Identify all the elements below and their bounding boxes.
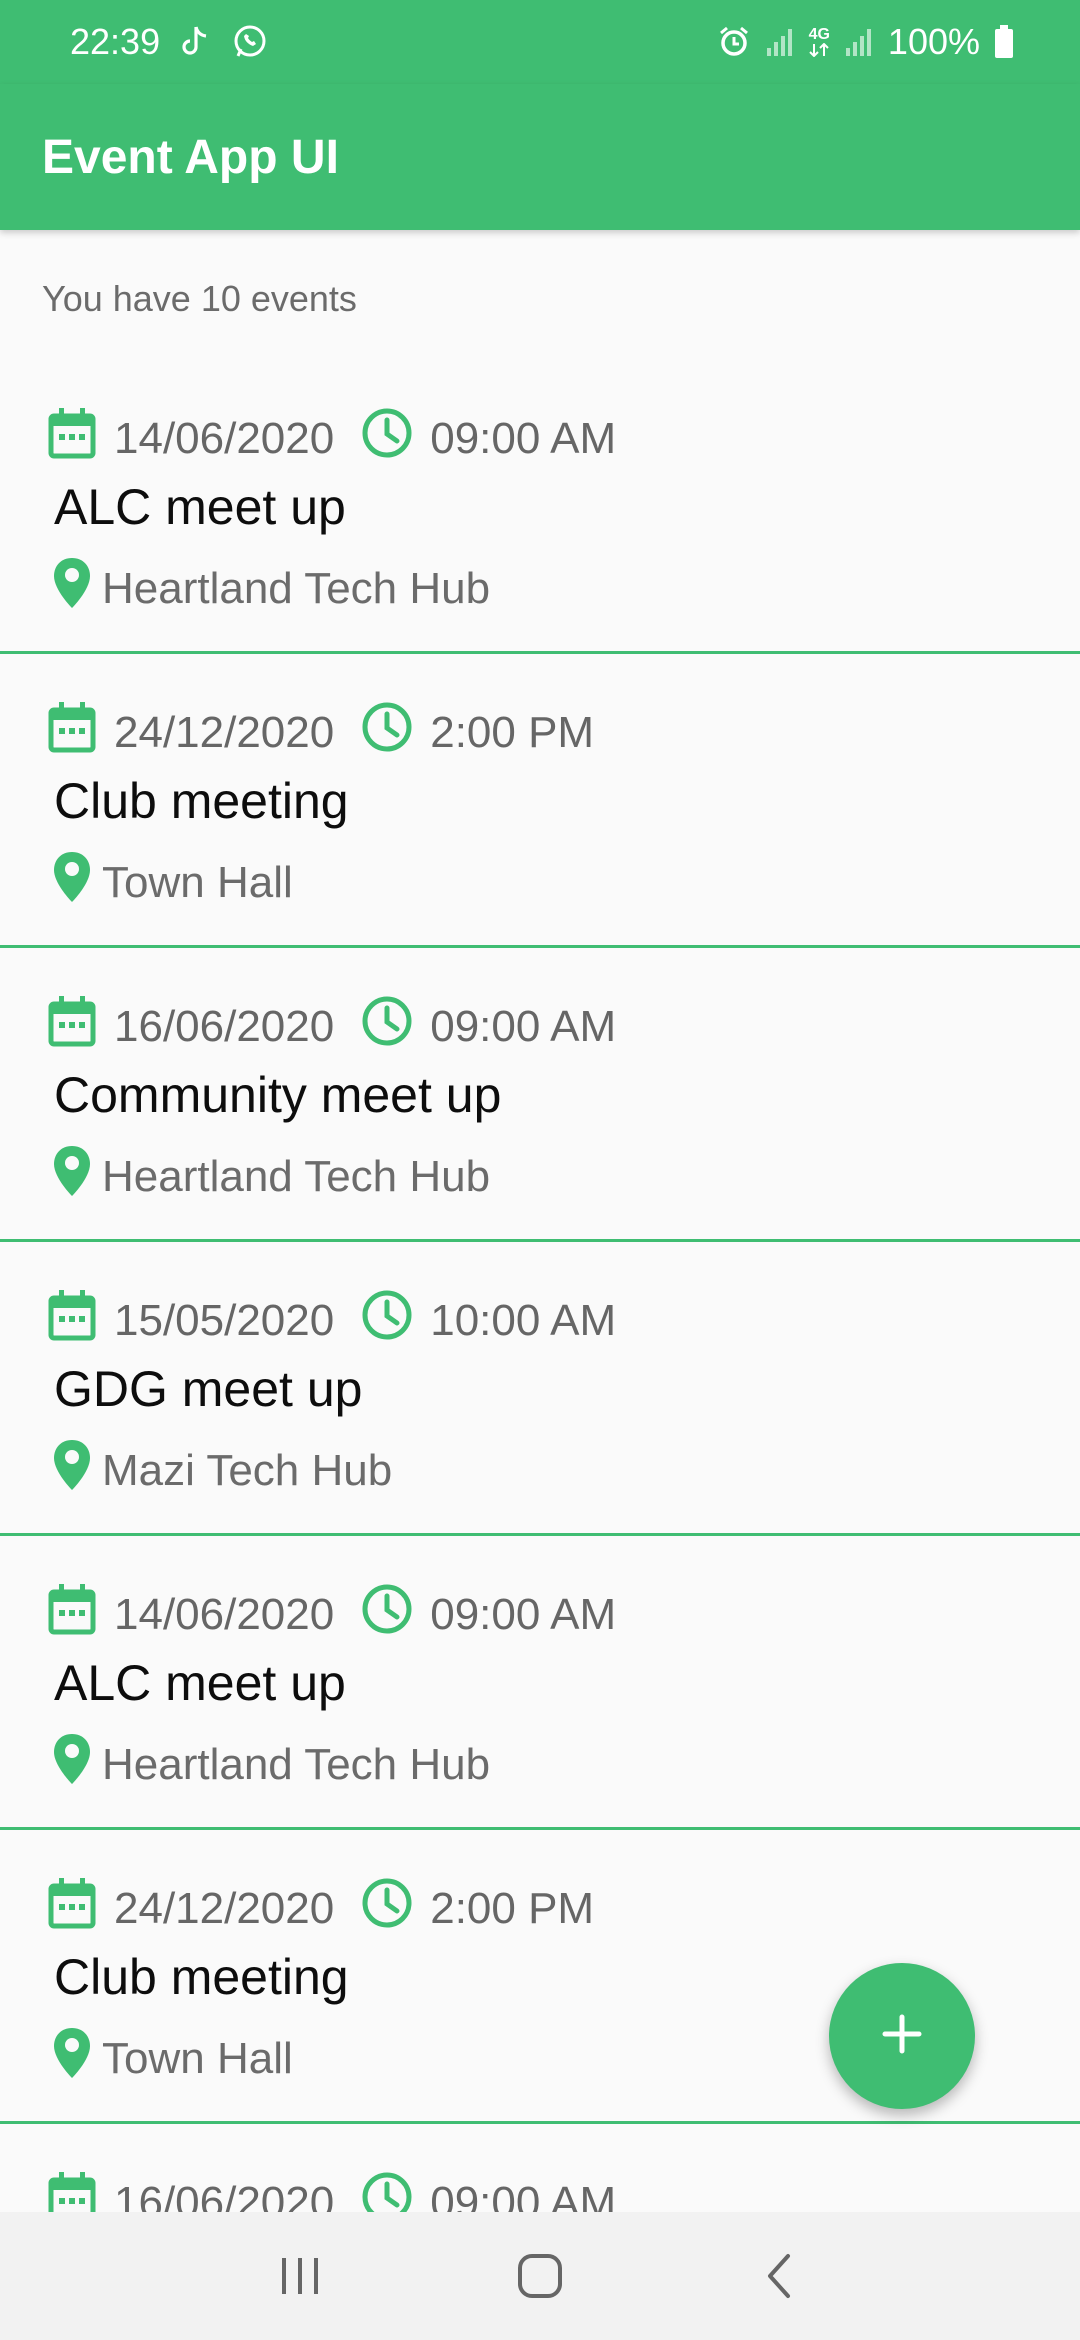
plus-icon [879,2011,925,2062]
event-meta: 14/06/2020 09:00 AM [48,406,616,471]
event-title: GDG meet up [54,1361,363,1417]
event-time: 09:00 AM [430,2177,617,2213]
clock-icon [360,1582,414,1647]
event-date: 24/12/2020 [114,1883,335,1933]
system-navigation-bar [0,2212,1080,2340]
event-location-row: Heartland Tech Hub [52,1732,490,1797]
event-date: 14/06/2020 [114,1589,335,1639]
alarm-icon [717,25,751,59]
network-type-label: 4G [808,26,830,43]
location-pin-icon [52,2026,92,2091]
calendar-icon [48,1289,96,1352]
calendar-icon [48,995,96,1058]
event-location-row: Town Hall [52,850,293,915]
calendar-icon [48,1583,96,1646]
tiktok-notification-icon [182,25,210,59]
add-event-button[interactable] [829,1963,975,2109]
recent-apps-icon [282,2258,318,2294]
clock-icon [360,700,414,765]
event-list[interactable]: 14/06/2020 09:00 AM ALC meet up Heartlan… [0,360,1080,2212]
events-count-text: You have 10 events [42,278,357,319]
clock-icon [360,1876,414,1941]
event-date: 24/12/2020 [114,707,335,757]
event-date: 16/06/2020 [114,1001,335,1051]
clock-icon [360,2170,414,2212]
recent-apps-button[interactable] [260,2236,340,2316]
clock-icon [360,994,414,1059]
event-list-item[interactable]: 16/06/2020 09:00 AM [0,2124,1080,2212]
event-location: Town Hall [102,2033,293,2083]
event-time: 09:00 AM [430,1589,617,1639]
event-meta: 16/06/2020 09:00 AM [48,994,616,1059]
event-list-item[interactable]: 15/05/2020 10:00 AM GDG meet up Mazi Tec… [0,1242,1080,1536]
status-time: 22:39 [70,21,161,62]
clock-icon [360,406,414,471]
event-list-item[interactable]: 16/06/2020 09:00 AM Community meet up He… [0,948,1080,1242]
event-title: ALC meet up [54,479,346,535]
home-icon [518,2254,562,2298]
network-type-icon: 4G [809,27,830,57]
event-list-screen: You have 10 events 14/06/2020 09:00 AM A… [0,230,1080,2212]
app-title: Event App UI [42,130,339,184]
event-location-row: Heartland Tech Hub [52,1144,490,1209]
event-list-item[interactable]: 14/06/2020 09:00 AM ALC meet up Heartlan… [0,1536,1080,1830]
event-list-item[interactable]: 14/06/2020 09:00 AM ALC meet up Heartlan… [0,360,1080,654]
event-title: Club meeting [54,773,349,829]
whatsapp-notification-icon [232,24,268,60]
event-meta: 15/05/2020 10:00 AM [48,1288,616,1353]
event-time: 09:00 AM [430,413,617,463]
location-pin-icon [52,1144,92,1209]
battery-percentage: 100% [887,21,980,62]
calendar-icon [48,701,96,764]
event-meta: 24/12/2020 2:00 PM [48,1876,594,1941]
event-date: 14/06/2020 [114,413,335,463]
event-date: 16/06/2020 [114,2177,335,2213]
event-time: 10:00 AM [430,1295,617,1345]
signal-icon-2 [844,26,874,58]
status-left: 22:39 [70,21,268,63]
back-icon [768,2254,790,2298]
event-meta: 24/12/2020 2:00 PM [48,700,594,765]
event-title: Club meeting [54,1949,349,2005]
event-time: 2:00 PM [430,707,595,757]
location-pin-icon [52,1438,92,1503]
event-location: Heartland Tech Hub [102,563,491,613]
calendar-icon [48,407,96,470]
event-location-row: Heartland Tech Hub [52,556,490,621]
battery-icon [994,25,1014,59]
event-location-row: Mazi Tech Hub [52,1438,392,1503]
event-location: Town Hall [102,857,293,907]
event-location: Heartland Tech Hub [102,1151,491,1201]
app-bar: Event App UI [0,84,1080,230]
clock-icon [360,1288,414,1353]
back-button[interactable] [740,2236,820,2316]
location-pin-icon [52,1732,92,1797]
home-button[interactable] [500,2236,580,2316]
event-meta: 16/06/2020 09:00 AM [48,2170,616,2212]
event-meta: 14/06/2020 09:00 AM [48,1582,616,1647]
status-right: 4G 100% [717,21,1014,63]
calendar-icon [48,2171,96,2212]
event-location: Mazi Tech Hub [102,1445,393,1495]
event-time: 2:00 PM [430,1883,595,1933]
event-location: Heartland Tech Hub [102,1739,491,1789]
status-bar: 22:39 4G 100% [0,0,1080,84]
event-date: 15/05/2020 [114,1295,335,1345]
event-title: ALC meet up [54,1655,346,1711]
event-title: Community meet up [54,1067,502,1123]
event-list-item[interactable]: 24/12/2020 2:00 PM Club meeting Town Hal… [0,654,1080,948]
location-pin-icon [52,850,92,915]
location-pin-icon [52,556,92,621]
signal-icon [765,26,795,58]
calendar-icon [48,1877,96,1940]
event-time: 09:00 AM [430,1001,617,1051]
event-location-row: Town Hall [52,2026,293,2091]
